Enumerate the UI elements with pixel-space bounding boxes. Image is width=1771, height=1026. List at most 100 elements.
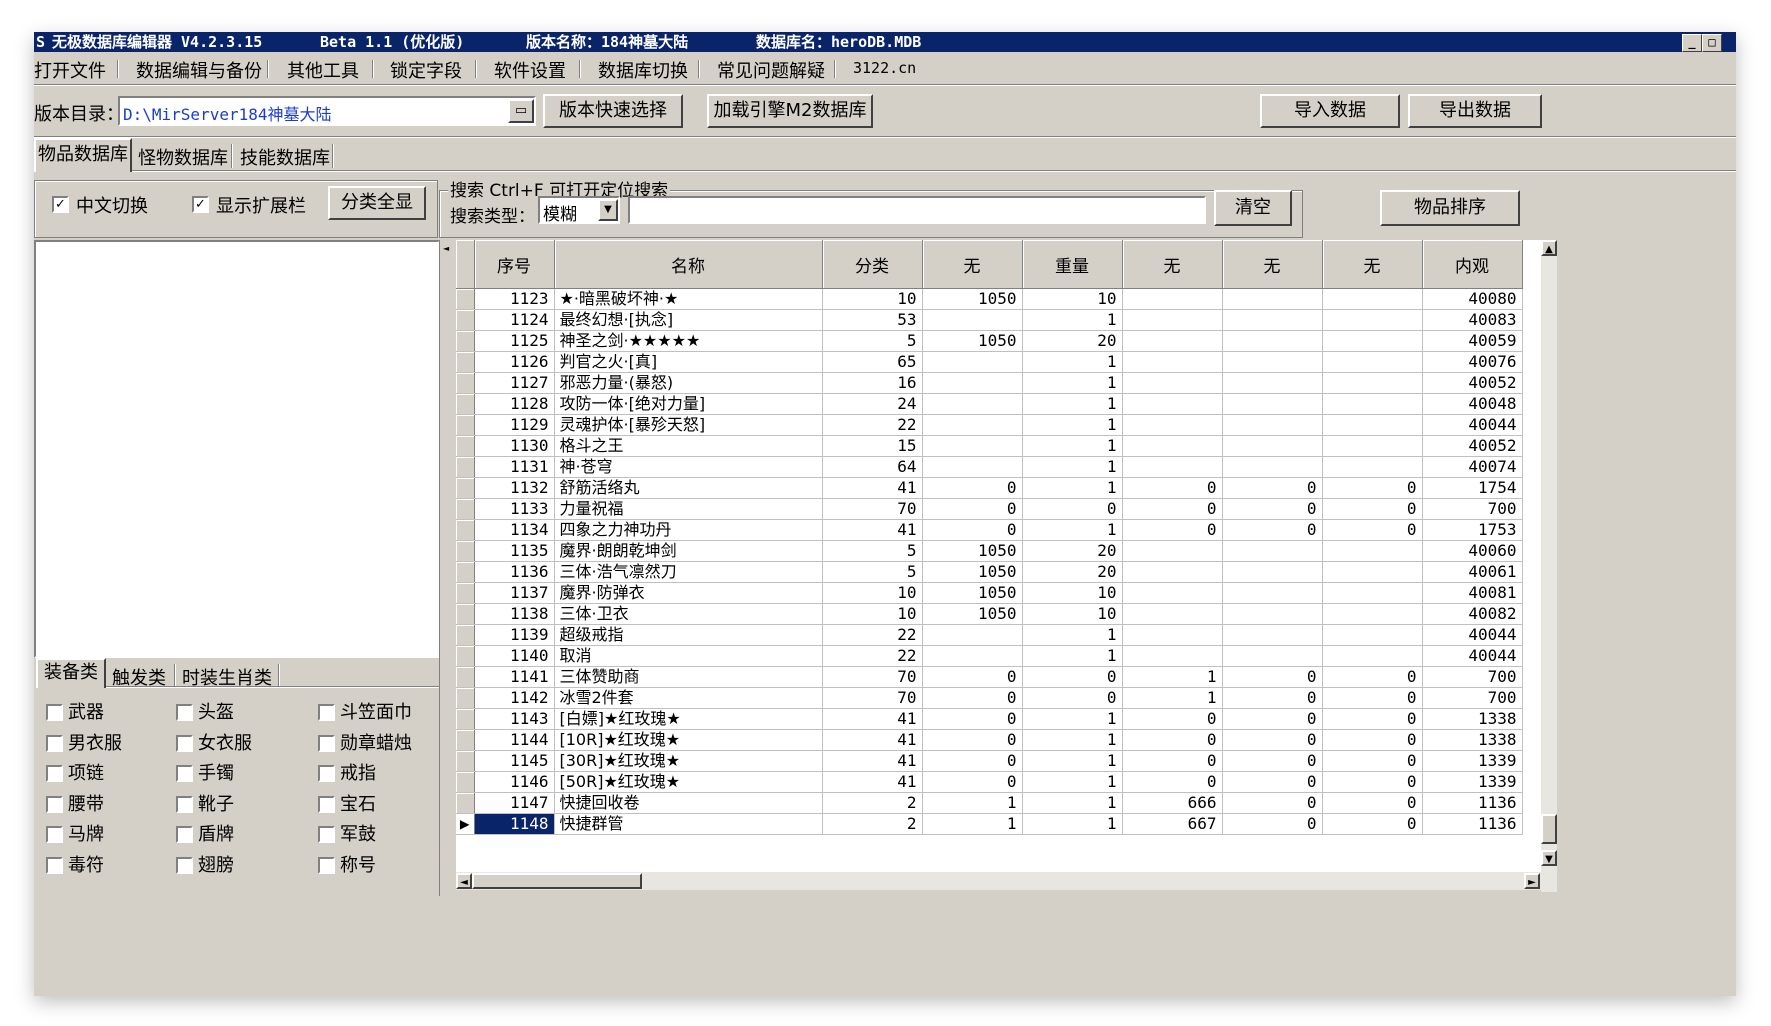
table-cell[interactable] [1222,561,1323,583]
table-cell[interactable]: 1339 [1422,750,1523,772]
table-row[interactable]: 1138 三体·卫衣 10 1050 10 40082 [456,603,1523,625]
category-checkbox[interactable] [318,857,335,874]
table-row[interactable]: 1135 魔界·朗朗乾坤剑 5 1050 20 40060 [456,540,1523,562]
table-cell[interactable]: 1147 [474,792,555,814]
row-indicator[interactable] [456,414,475,436]
table-cell[interactable]: 1753 [1422,519,1523,541]
category-checkbox[interactable] [318,704,335,721]
table-cell[interactable] [922,372,1023,394]
table-cell[interactable]: 1050 [922,330,1023,352]
table-cell[interactable]: 0 [1122,477,1223,499]
table-cell[interactable]: 1 [1122,666,1223,688]
table-cell[interactable]: 2 [822,792,923,814]
table-cell[interactable]: 1130 [474,435,555,457]
table-row[interactable]: 1125 神圣之剑·★★★★★ 5 1050 20 40059 [456,330,1523,352]
category-checkbox[interactable] [46,704,63,721]
table-cell[interactable] [922,393,1023,415]
export-button[interactable]: 导出数据 [1408,94,1542,128]
table-cell[interactable]: 40082 [1422,603,1523,625]
table-cell[interactable]: 取消 [554,645,823,667]
show-ext-checkbox[interactable]: ✓ [192,196,209,213]
table-cell[interactable]: 1133 [474,498,555,520]
table-cell[interactable]: 0 [1222,477,1323,499]
table-cell[interactable] [1222,330,1323,352]
item-grid[interactable]: 序号 名称 分类无重量无无无内观 1123 ★·暗黑破坏神·★ 10 1050 10 4008… [456,240,1541,872]
table-cell[interactable]: [白嫖]★红玫瑰★ [554,708,823,730]
row-indicator[interactable] [456,435,475,457]
table-cell[interactable] [1222,540,1323,562]
row-indicator[interactable] [456,393,475,415]
table-cell[interactable]: 快捷回收卷 [554,792,823,814]
table-cell[interactable]: 0 [1322,498,1423,520]
table-cell[interactable]: 0 [1122,750,1223,772]
table-row[interactable]: 1139 超级戒指 22 1 40044 [456,624,1523,646]
row-indicator[interactable] [456,456,475,478]
table-row[interactable]: 1126 判官之火·[真] 65 1 40076 [456,351,1523,373]
table-cell[interactable]: 5 [822,540,923,562]
table-cell[interactable]: 0 [1122,708,1223,730]
row-indicator[interactable] [456,540,475,562]
table-cell[interactable]: 1142 [474,687,555,709]
row-indicator[interactable] [456,687,475,709]
table-cell[interactable]: 1141 [474,666,555,688]
table-cell[interactable]: 1 [1022,519,1123,541]
table-cell[interactable]: 0 [1122,519,1223,541]
menu-other-tools[interactable]: 其他工具 [287,57,359,83]
table-cell[interactable] [1322,561,1423,583]
table-cell[interactable]: 1050 [922,561,1023,583]
table-cell[interactable]: 0 [1122,771,1223,793]
table-cell[interactable]: 0 [1222,708,1323,730]
row-indicator[interactable] [456,645,475,667]
category-checkbox[interactable] [318,734,335,752]
table-cell[interactable]: 0 [1022,498,1123,520]
table-cell[interactable]: 0 [1222,792,1323,814]
category-checkbox[interactable] [46,734,63,752]
table-cell[interactable]: 1136 [1422,792,1523,814]
table-cell[interactable]: 1145 [474,750,555,772]
table-cell[interactable]: 神圣之剑·★★★★★ [554,330,823,352]
table-cell[interactable]: 1 [1022,771,1123,793]
table-cell[interactable]: 0 [1322,519,1423,541]
table-cell[interactable]: 40074 [1422,456,1523,478]
table-cell[interactable]: 1126 [474,351,555,373]
table-cell[interactable]: 1 [922,813,1023,835]
table-cell[interactable]: 判官之火·[真] [554,351,823,373]
table-cell[interactable] [1322,582,1423,604]
table-cell[interactable]: 5 [822,330,923,352]
category-checkbox[interactable] [318,795,335,813]
splitter[interactable]: ◄ [439,240,456,896]
category-list[interactable] [34,240,440,658]
table-cell[interactable]: 1754 [1422,477,1523,499]
table-cell[interactable] [1322,603,1423,625]
column-header[interactable]: 无 [1322,240,1423,289]
table-row[interactable]: 1141 三体赞助商 70 0 0 1 0 0 700 [456,666,1523,688]
table-cell[interactable]: 40052 [1422,435,1523,457]
table-cell[interactable]: 10 [1022,288,1123,310]
table-cell[interactable]: 格斗之王 [554,435,823,457]
category-checkbox[interactable] [176,734,193,752]
table-cell[interactable]: 1 [1022,750,1123,772]
table-cell[interactable]: 1129 [474,414,555,436]
table-cell[interactable] [1322,540,1423,562]
table-cell[interactable]: [10R]★红玫瑰★ [554,729,823,751]
show-all-categories-button[interactable]: 分类全显 [328,186,426,220]
import-button[interactable]: 导入数据 [1260,94,1400,128]
row-indicator[interactable] [456,519,475,541]
item-sort-button[interactable]: 物品排序 [1380,190,1520,226]
table-row[interactable]: 1137 魔界·防弹衣 10 1050 10 40081 [456,582,1523,604]
table-cell[interactable] [1122,456,1223,478]
table-cell[interactable] [1122,372,1223,394]
table-row[interactable]: 1129 灵魂护体·[暴殄天怒] 22 1 40044 [456,414,1523,436]
table-cell[interactable] [1122,561,1223,583]
table-cell[interactable]: 20 [1022,540,1123,562]
table-cell[interactable]: 三体·浩气凛然刀 [554,561,823,583]
table-cell[interactable] [1322,645,1423,667]
table-cell[interactable]: 魔界·朗朗乾坤剑 [554,540,823,562]
table-cell[interactable] [922,351,1023,373]
table-row[interactable]: 1140 取消 22 1 40044 [456,645,1523,667]
table-cell[interactable] [1222,582,1323,604]
table-cell[interactable] [922,645,1023,667]
table-cell[interactable]: 40044 [1422,624,1523,646]
table-cell[interactable]: 1140 [474,645,555,667]
table-cell[interactable]: 神·苍穹 [554,456,823,478]
